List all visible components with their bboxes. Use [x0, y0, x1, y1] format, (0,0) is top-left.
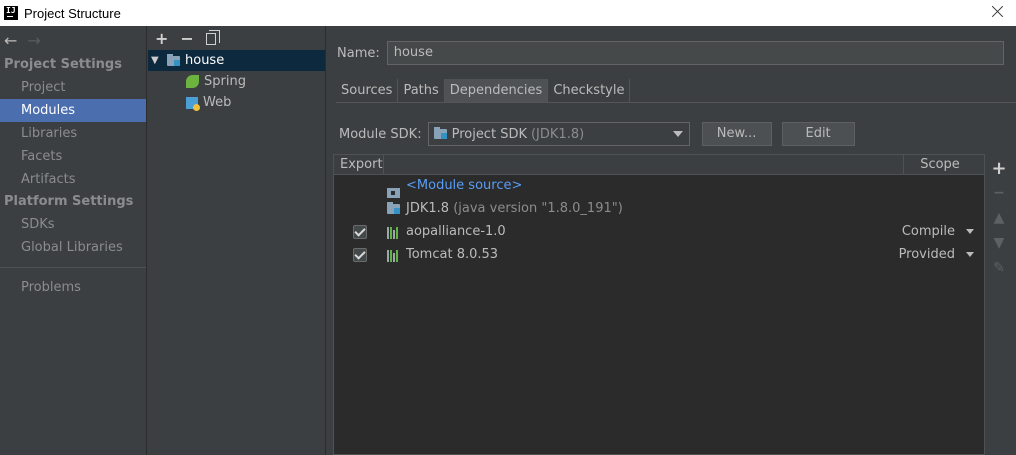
- edit-sdk-button[interactable]: Edit: [781, 122, 855, 146]
- sidebar-item-sdks[interactable]: SDKs: [0, 213, 146, 236]
- spring-icon: [186, 75, 199, 88]
- chevron-down-icon: [672, 131, 683, 137]
- scope-dropdown[interactable]: Provided: [899, 247, 974, 262]
- scope-value: Provided: [898, 247, 955, 262]
- section-title-project-settings: Project Settings: [4, 57, 122, 72]
- export-checkbox[interactable]: [353, 225, 367, 239]
- sdk-value: Project SDK: [451, 126, 527, 142]
- name-row: Name: house: [337, 41, 1004, 65]
- back-arrow-icon[interactable]: ←: [4, 31, 17, 50]
- module-sdk-label: Module SDK:: [339, 126, 422, 142]
- dependency-name: aopalliance-1.0: [406, 224, 506, 239]
- module-tree-panel: + − ▼ house Spring Web: [148, 26, 326, 455]
- tree-node-label: Spring: [204, 74, 246, 89]
- chevron-down-icon: [966, 229, 974, 234]
- module-sdk-row: Module SDK: Project SDK (JDK1.8) New... …: [339, 122, 855, 146]
- table-row[interactable]: JDK1.8 (java version "1.8.0_191"): [334, 198, 984, 221]
- forward-arrow-icon[interactable]: →: [27, 31, 40, 50]
- module-name-field[interactable]: house: [386, 41, 1004, 65]
- dependency-name: Tomcat 8.0.53: [406, 247, 499, 262]
- table-row[interactable]: <Module source>: [334, 175, 984, 198]
- tree-node-label: Web: [203, 95, 232, 110]
- section-title-platform-settings: Platform Settings: [4, 194, 134, 209]
- tree-node-label: house: [185, 53, 225, 68]
- dependency-detail: (java version "1.8.0_191"): [453, 201, 623, 216]
- edit-dependency-icon[interactable]: ✎: [993, 256, 1005, 281]
- sidebar-item-problems[interactable]: Problems: [0, 276, 146, 299]
- copy-icon[interactable]: [205, 30, 220, 45]
- add-dependency-icon[interactable]: +: [991, 156, 1006, 181]
- column-header-scope[interactable]: Scope: [904, 155, 984, 174]
- close-icon[interactable]: [988, 2, 1008, 22]
- table-row[interactable]: aopalliance-1.0 Compile: [334, 221, 984, 244]
- tab-sources[interactable]: Sources: [336, 79, 399, 103]
- dependency-name: JDK1.8: [406, 201, 450, 216]
- tab-dependencies[interactable]: Dependencies: [444, 79, 549, 103]
- scope-value: Compile: [901, 224, 955, 239]
- intellij-app-icon: IJ: [4, 6, 18, 20]
- table-row[interactable]: Tomcat 8.0.53 Provided: [334, 244, 984, 267]
- tab-divider: [336, 102, 1016, 103]
- library-icon: [387, 250, 400, 262]
- module-tabs: Sources Paths Dependencies Checkstyle: [336, 79, 631, 103]
- dependencies-table: Export Scope <Module source> JDK1.8 (jav…: [333, 154, 985, 455]
- chevron-down-icon: [966, 252, 974, 257]
- expand-triangle-icon[interactable]: ▼: [151, 50, 163, 71]
- tab-paths[interactable]: Paths: [398, 79, 445, 103]
- add-icon[interactable]: +: [155, 29, 168, 48]
- tree-node-house[interactable]: ▼ house: [148, 50, 325, 71]
- source-folder-icon: [387, 187, 400, 198]
- scope-dropdown[interactable]: Compile: [902, 224, 974, 239]
- name-label: Name:: [337, 45, 380, 61]
- sidebar-item-modules[interactable]: Modules: [0, 99, 146, 122]
- module-folder-icon: [167, 53, 180, 66]
- module-tree-toolbar: + −: [148, 26, 325, 50]
- tree-node-spring[interactable]: Spring: [148, 71, 325, 92]
- export-checkbox[interactable]: [353, 248, 367, 262]
- sidebar-item-facets[interactable]: Facets: [0, 145, 146, 168]
- window-title: Project Structure: [24, 5, 121, 21]
- table-header: Export Scope: [334, 155, 984, 175]
- sidebar-divider: [0, 267, 146, 268]
- remove-dependency-icon[interactable]: −: [993, 181, 1005, 206]
- settings-sidebar: ← → Project Settings Project Modules Lib…: [0, 26, 147, 455]
- dependency-name: <Module source>: [406, 178, 523, 193]
- column-header-export[interactable]: Export: [334, 155, 384, 174]
- sdk-detail: (JDK1.8): [530, 126, 585, 142]
- sidebar-item-libraries[interactable]: Libraries: [0, 122, 146, 145]
- tab-checkstyle[interactable]: Checkstyle: [548, 79, 631, 103]
- sidebar-item-global-libraries[interactable]: Global Libraries: [0, 236, 146, 259]
- module-detail-panel: Name: house Sources Paths Dependencies C…: [327, 26, 1016, 455]
- dependency-toolbar: + − ▲ ▼ ✎: [989, 156, 1009, 281]
- history-navigation: ← →: [0, 26, 146, 54]
- tree-node-web[interactable]: Web: [148, 92, 325, 113]
- web-icon: [186, 96, 200, 111]
- dependency-name-group: JDK1.8 (java version "1.8.0_191"): [406, 201, 623, 216]
- sdk-folder-icon: [433, 127, 447, 139]
- remove-icon[interactable]: −: [180, 29, 193, 48]
- jdk-folder-icon: [387, 202, 400, 214]
- column-header-name[interactable]: [384, 155, 904, 174]
- move-up-icon[interactable]: ▲: [994, 206, 1005, 231]
- library-icon: [387, 227, 400, 239]
- title-bar: IJ Project Structure: [0, 0, 1016, 26]
- move-down-icon[interactable]: ▼: [994, 231, 1005, 256]
- module-sdk-select[interactable]: Project SDK (JDK1.8): [427, 122, 690, 146]
- sidebar-item-artifacts[interactable]: Artifacts: [0, 168, 146, 191]
- sidebar-item-project[interactable]: Project: [0, 76, 146, 99]
- new-sdk-button[interactable]: New...: [701, 122, 772, 146]
